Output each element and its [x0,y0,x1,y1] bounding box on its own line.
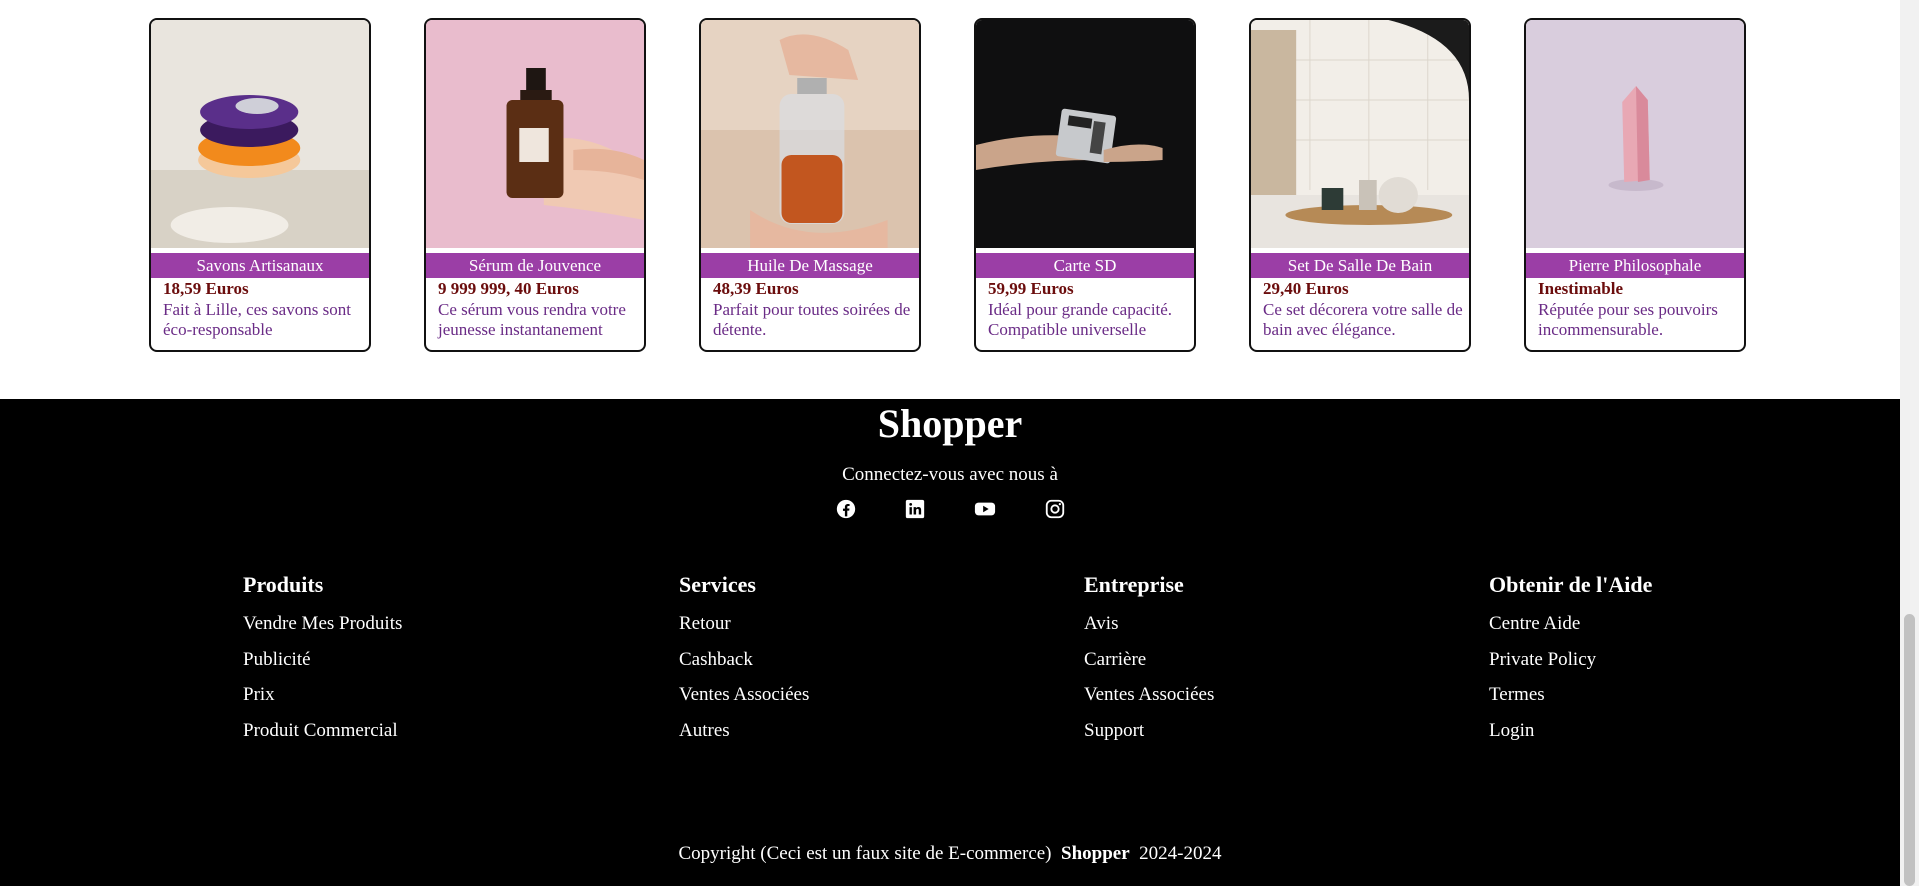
product-description: Ce sérum vous rendra votre jeunesse inst… [438,300,626,339]
column-title: Services [679,572,756,597]
footer-brand: Shopper [877,401,1023,446]
serum-bottle-image[interactable] [426,20,644,248]
product-name[interactable]: Set De Salle De Bain [1251,253,1469,278]
product-name[interactable]: Huile De Massage [701,253,919,278]
instagram-icon[interactable] [1044,498,1066,520]
oil-bottle-image[interactable] [701,20,919,248]
footer-link[interactable]: Private Policy [1489,642,1652,678]
bathroom-set-image[interactable] [1251,20,1469,248]
product-card[interactable]: Sérum de Jouvence 9 999 999, 40 Euros Ce… [424,18,646,352]
product-card[interactable]: Pierre Philosophale Inestimable Réputée … [1524,18,1746,352]
product-name[interactable]: Savons Artisanaux [151,253,369,278]
product-price: Inestimable [1538,279,1623,298]
footer-link[interactable]: Ventes Associées [1084,677,1214,713]
footer-link[interactable]: Retour [679,606,809,642]
product-price: 29,40 Euros [1263,279,1349,298]
footer-link[interactable]: Ventes Associées [679,677,809,713]
product-description: Idéal pour grande capacité. Compatible u… [988,300,1173,339]
footer-link[interactable]: Avis [1084,606,1214,642]
product-description: Fait à Lille, ces savons sont éco-respon… [163,300,351,339]
product-name[interactable]: Sérum de Jouvence [426,253,644,278]
footer-link[interactable]: Produit Commercial [243,713,402,749]
product-price: 9 999 999, 40 Euros [438,279,579,298]
crystal-image[interactable] [1526,20,1744,248]
copyright: Copyright (Ceci est un faux site de E-co… [0,842,1900,866]
footer-link[interactable]: Support [1084,713,1214,749]
product-grid: Savons Artisanaux 18,59 Euros Fait à Lil… [0,0,1900,399]
footer-link[interactable]: Cashback [679,642,809,678]
page-scrollbar[interactable] [1900,0,1919,886]
site-footer: Shopper Connectez-vous avec nous à Produ… [0,399,1900,886]
copyright-prefix: Copyright (Ceci est un faux site de E-co… [678,843,1052,864]
product-card[interactable]: Carte SD 59,99 Euros Idéal pour grande c… [974,18,1196,352]
connect-text: Connectez-vous avec nous à [842,464,1058,485]
product-description: Ce set décorera votre salle de bain avec… [1263,300,1463,339]
footer-column-produits: Produits Vendre Mes Produits Publicité P… [243,572,402,748]
product-description: Réputée pour ses pouvoirs incommensurabl… [1538,300,1718,339]
facebook-icon[interactable] [835,498,857,520]
product-description: Parfait pour toutes soirées de détente. [713,300,911,339]
sd-card-image[interactable] [976,20,1194,248]
footer-link[interactable]: Autres [679,713,809,749]
youtube-icon[interactable] [974,498,996,520]
footer-link[interactable]: Prix [243,677,402,713]
linkedin-icon[interactable] [904,498,926,520]
product-price: 48,39 Euros [713,279,799,298]
column-title: Entreprise [1084,572,1184,597]
footer-link[interactable]: Login [1489,713,1652,749]
footer-link[interactable]: Centre Aide [1489,606,1652,642]
column-title: Obtenir de l'Aide [1489,572,1653,597]
product-card[interactable]: Huile De Massage 48,39 Euros Parfait pou… [699,18,921,352]
product-name[interactable]: Pierre Philosophale [1526,253,1744,278]
footer-link[interactable]: Publicité [243,642,402,678]
column-title: Produits [243,572,324,597]
footer-link[interactable]: Termes [1489,677,1652,713]
product-card[interactable]: Savons Artisanaux 18,59 Euros Fait à Lil… [149,18,371,352]
footer-column-entreprise: Entreprise Avis Carrière Ventes Associée… [1084,572,1214,748]
product-card[interactable]: Set De Salle De Bain 29,40 Euros Ce set … [1249,18,1471,352]
product-price: 18,59 Euros [163,279,249,298]
footer-link[interactable]: Carrière [1084,642,1214,678]
copyright-brand: Shopper [1061,843,1130,864]
soap-image[interactable] [151,20,369,248]
product-name[interactable]: Carte SD [976,253,1194,278]
footer-column-services: Services Retour Cashback Ventes Associée… [679,572,809,748]
footer-link[interactable]: Vendre Mes Produits [243,606,402,642]
footer-column-aide: Obtenir de l'Aide Centre Aide Private Po… [1489,572,1652,748]
scrollbar-thumb[interactable] [1904,614,1915,886]
product-price: 59,99 Euros [988,279,1074,298]
copyright-years: 2024-2024 [1139,843,1222,864]
